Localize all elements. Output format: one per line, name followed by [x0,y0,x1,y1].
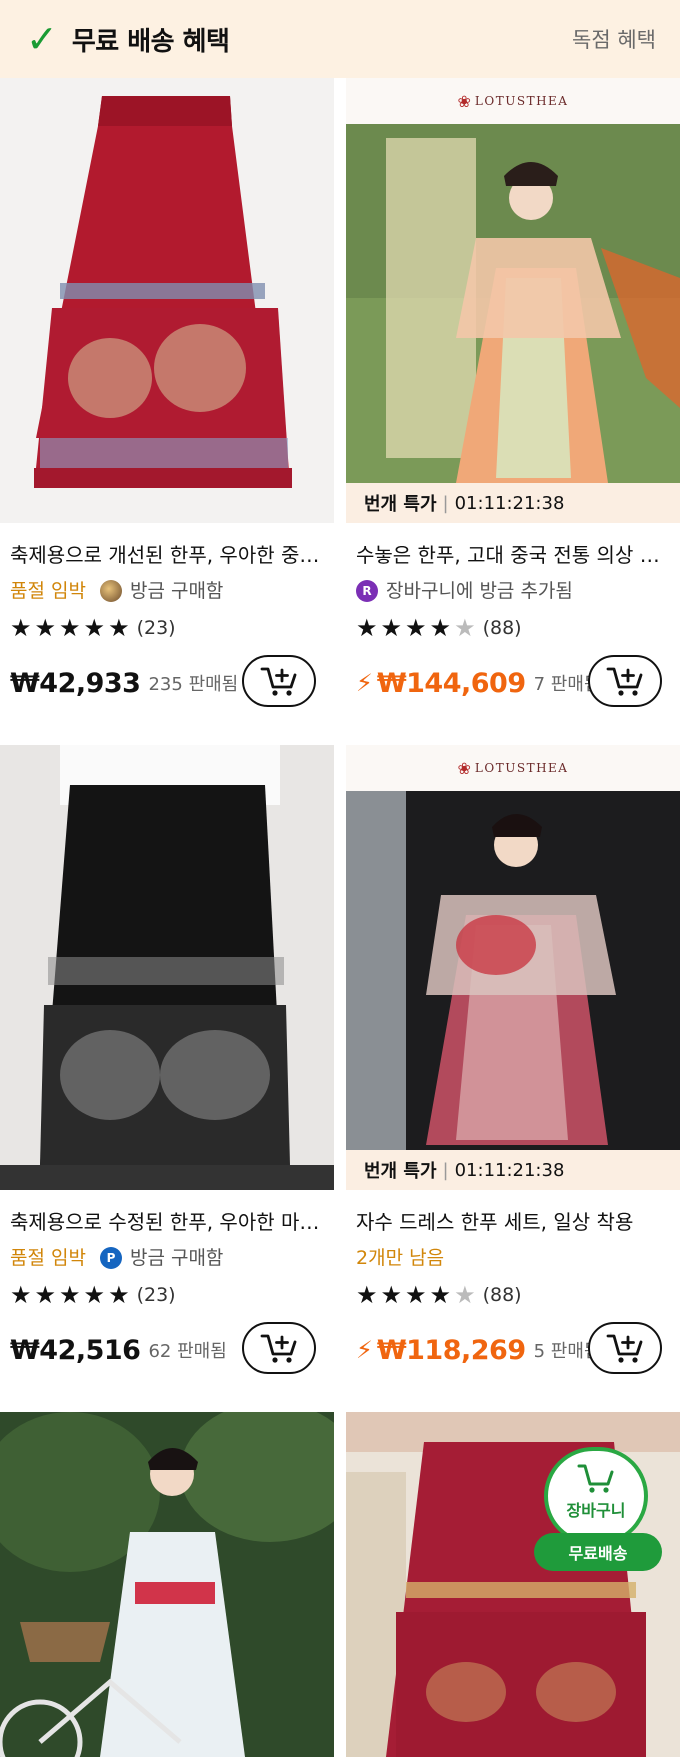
price: ₩42,516 [10,1334,141,1366]
rating: ★★★★ ★ (88) [356,1280,670,1310]
lotus-logo-icon: ❀ [457,91,471,111]
floating-cart-label: 장바구니 [566,1501,626,1520]
lotus-logo-icon: ❀ [457,758,471,778]
price: ₩144,609 [376,667,526,699]
divider: | [442,1159,449,1181]
price-row: ⚡ ₩118,269 5 판매됨 [356,1322,670,1378]
flash-sale-label: 번개 특가 [364,1161,437,1182]
brand-name: LOTUSTHEA [474,761,569,775]
flash-sale-timer: 01:11:21:38 [454,1159,565,1181]
low-stock-label: 품절 임박 [10,1247,86,1269]
product-card[interactable]: 축제용으로 수정된 한푸, 우아한 마면치마 품절 임박 P 방금 구매함 ★★… [0,745,334,1378]
flash-sale-label: 번개 특가 [364,494,437,515]
flash-sale-bar: 번개 특가 | 01:11:21:38 [346,483,680,523]
price-row: ₩42,516 62 판매됨 [10,1322,324,1378]
product-image[interactable]: ❀ LOTUSTHEA 번개 특가 | 01:11:21:38 [346,745,680,1190]
product-status-row: R 장바구니에 방금 추가됨 [356,578,670,604]
product-card[interactable]: 축제용으로 개선된 한푸, 우아한 중국 전통 마면치마 품절 임박 방금 구매… [0,78,334,711]
product-card[interactable]: ❀ LOTUSTHEA 번개 특가 | 01:11:21:38 수놓은 한푸, … [346,78,680,711]
floating-cart-button[interactable]: 장바구니 [544,1447,648,1545]
product-image[interactable] [0,1412,334,1757]
rating: ★★★★★ (23) [10,613,324,643]
rating-count: (23) [136,1284,176,1306]
price-row: ₩42,933 235 판매됨 [10,655,324,711]
banner-title: 무료 배송 혜택 [71,26,230,57]
product-title[interactable]: 수놓은 한푸, 고대 중국 전통 의상 세트 [356,541,670,569]
user-badge-icon: P [99,1247,122,1269]
product-image[interactable] [0,745,334,1190]
product-status-row: 품절 임박 P 방금 구매함 [10,1245,324,1271]
add-to-cart-button[interactable] [242,655,316,707]
rating-count: (88) [482,1284,522,1306]
product-title[interactable]: 축제용으로 수정된 한푸, 우아한 마면치마 [10,1208,324,1236]
flash-sale-bar: 번개 특가 | 01:11:21:38 [346,1150,680,1190]
price-row: ⚡ ₩144,609 7 판매됨 [356,655,670,711]
half-star-icon: ★ [454,614,479,642]
price: ₩42,933 [10,667,141,699]
brand-name: LOTUSTHEA [474,94,569,108]
recent-activity: 장바구니에 방금 추가됨 [386,580,573,602]
sold-count: 62 판매됨 [148,1341,227,1362]
rating: ★★★★ ★ (88) [356,613,670,643]
product-image[interactable] [0,78,334,523]
product-card[interactable] [0,1412,334,1757]
flash-sale-timer: 01:11:21:38 [454,492,565,514]
rating: ★★★★★ (23) [10,1280,324,1310]
product-card[interactable]: ❀ LOTUSTHEA 번개 특가 | 01:11:21:38 자수 드레스 한… [346,745,680,1378]
buyer-avatar [99,580,122,602]
add-to-cart-button[interactable] [588,655,662,707]
half-star-icon: ★ [454,1281,479,1309]
low-stock-label: 품절 임박 [10,580,86,602]
rating-count: (23) [136,617,176,639]
product-title[interactable]: 축제용으로 개선된 한푸, 우아한 중국 전통 마면치마 [10,541,324,569]
free-shipping-banner[interactable]: ✓ 무료 배송 혜택 독점 혜택 [0,0,680,78]
product-status-row: 품절 임박 방금 구매함 [10,578,324,604]
product-title[interactable]: 자수 드레스 한푸 세트, 일상 착용 [356,1208,670,1236]
star-rating-icon: ★★★★★ [10,614,133,642]
add-to-cart-button[interactable] [242,1322,316,1374]
brand-bar: ❀ LOTUSTHEA [346,745,680,791]
add-to-cart-button[interactable] [588,1322,662,1374]
price: ₩118,269 [376,1334,526,1366]
exclusive-benefit-link[interactable]: 독점 혜택 [572,24,656,54]
star-rating-icon: ★★★★ [356,1281,455,1309]
user-badge-icon: R [356,580,378,602]
check-icon: ✓ [26,17,58,61]
low-stock-label: 2개만 남음 [356,1247,445,1269]
free-shipping-badge: 무료배송 [534,1533,662,1571]
lightning-icon: ⚡ [356,1336,373,1364]
product-status-row: 2개만 남음 [356,1245,670,1271]
star-rating-icon: ★★★★★ [10,1281,133,1309]
cart-plus-icon [260,667,297,696]
lightning-icon: ⚡ [356,669,373,697]
brand-bar: ❀ LOTUSTHEA [346,78,680,124]
star-rating-icon: ★★★★ [356,614,455,642]
divider: | [442,492,449,514]
cart-plus-icon [260,1334,297,1363]
recent-activity: 방금 구매함 [129,1247,224,1269]
product-image[interactable]: ❀ LOTUSTHEA 번개 특가 | 01:11:21:38 [346,78,680,523]
recent-activity: 방금 구매함 [129,580,224,602]
cart-plus-icon [606,1334,643,1363]
cart-icon [577,1464,614,1493]
rating-count: (88) [482,617,522,639]
cart-plus-icon [606,667,643,696]
sold-count: 235 판매됨 [148,674,239,695]
